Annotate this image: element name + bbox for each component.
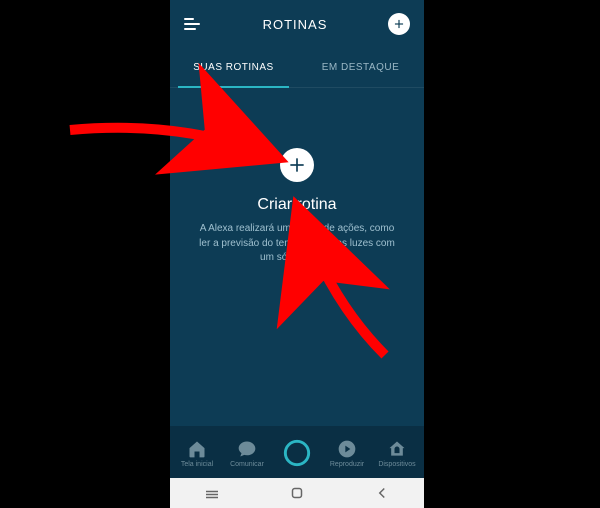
create-routine-title: Criar rotina xyxy=(257,196,336,214)
create-routine-description: A Alexa realizará uma série de ações, co… xyxy=(190,222,404,266)
chat-icon xyxy=(237,439,257,459)
nav-home[interactable]: Tela inicial xyxy=(172,439,222,468)
home-icon xyxy=(187,439,207,459)
empty-state: Criar rotina A Alexa realizará uma série… xyxy=(170,88,424,426)
recents-icon xyxy=(203,484,221,502)
menu-icon[interactable] xyxy=(184,15,202,33)
back-button[interactable] xyxy=(373,484,391,502)
add-routine-header-button[interactable] xyxy=(388,13,410,35)
nav-play[interactable]: Reproduzir xyxy=(322,439,372,468)
nav-communicate[interactable]: Comunicar xyxy=(222,439,272,468)
play-icon xyxy=(337,439,357,459)
app-screen: ROTINAS SUAS ROTINAS EM DESTAQUE Criar r… xyxy=(170,0,424,508)
bottom-nav: Tela inicial Comunicar Reproduzir Dispos… xyxy=(170,426,424,478)
create-routine-button[interactable] xyxy=(280,148,314,182)
nav-alexa[interactable] xyxy=(272,439,322,467)
nav-label: Reproduzir xyxy=(330,461,364,468)
alexa-ring-icon xyxy=(283,439,311,467)
back-icon xyxy=(373,484,391,502)
plus-icon xyxy=(392,17,406,31)
devices-icon xyxy=(387,439,407,459)
recents-button[interactable] xyxy=(203,484,221,502)
header-bar: ROTINAS xyxy=(170,0,424,48)
nav-devices[interactable]: Dispositivos xyxy=(372,439,422,468)
home-nav-icon xyxy=(288,484,306,502)
plus-icon xyxy=(287,155,307,175)
nav-label: Comunicar xyxy=(230,461,264,468)
tab-featured[interactable]: EM DESTAQUE xyxy=(297,48,424,87)
nav-label: Dispositivos xyxy=(378,461,415,468)
tabs: SUAS ROTINAS EM DESTAQUE xyxy=(170,48,424,88)
tab-label: SUAS ROTINAS xyxy=(193,62,273,73)
tab-label: EM DESTAQUE xyxy=(322,62,400,73)
home-button[interactable] xyxy=(288,484,306,502)
nav-label: Tela inicial xyxy=(181,461,213,468)
header-title: ROTINAS xyxy=(263,17,328,32)
android-nav-bar xyxy=(170,478,424,508)
tab-your-routines[interactable]: SUAS ROTINAS xyxy=(170,48,297,87)
